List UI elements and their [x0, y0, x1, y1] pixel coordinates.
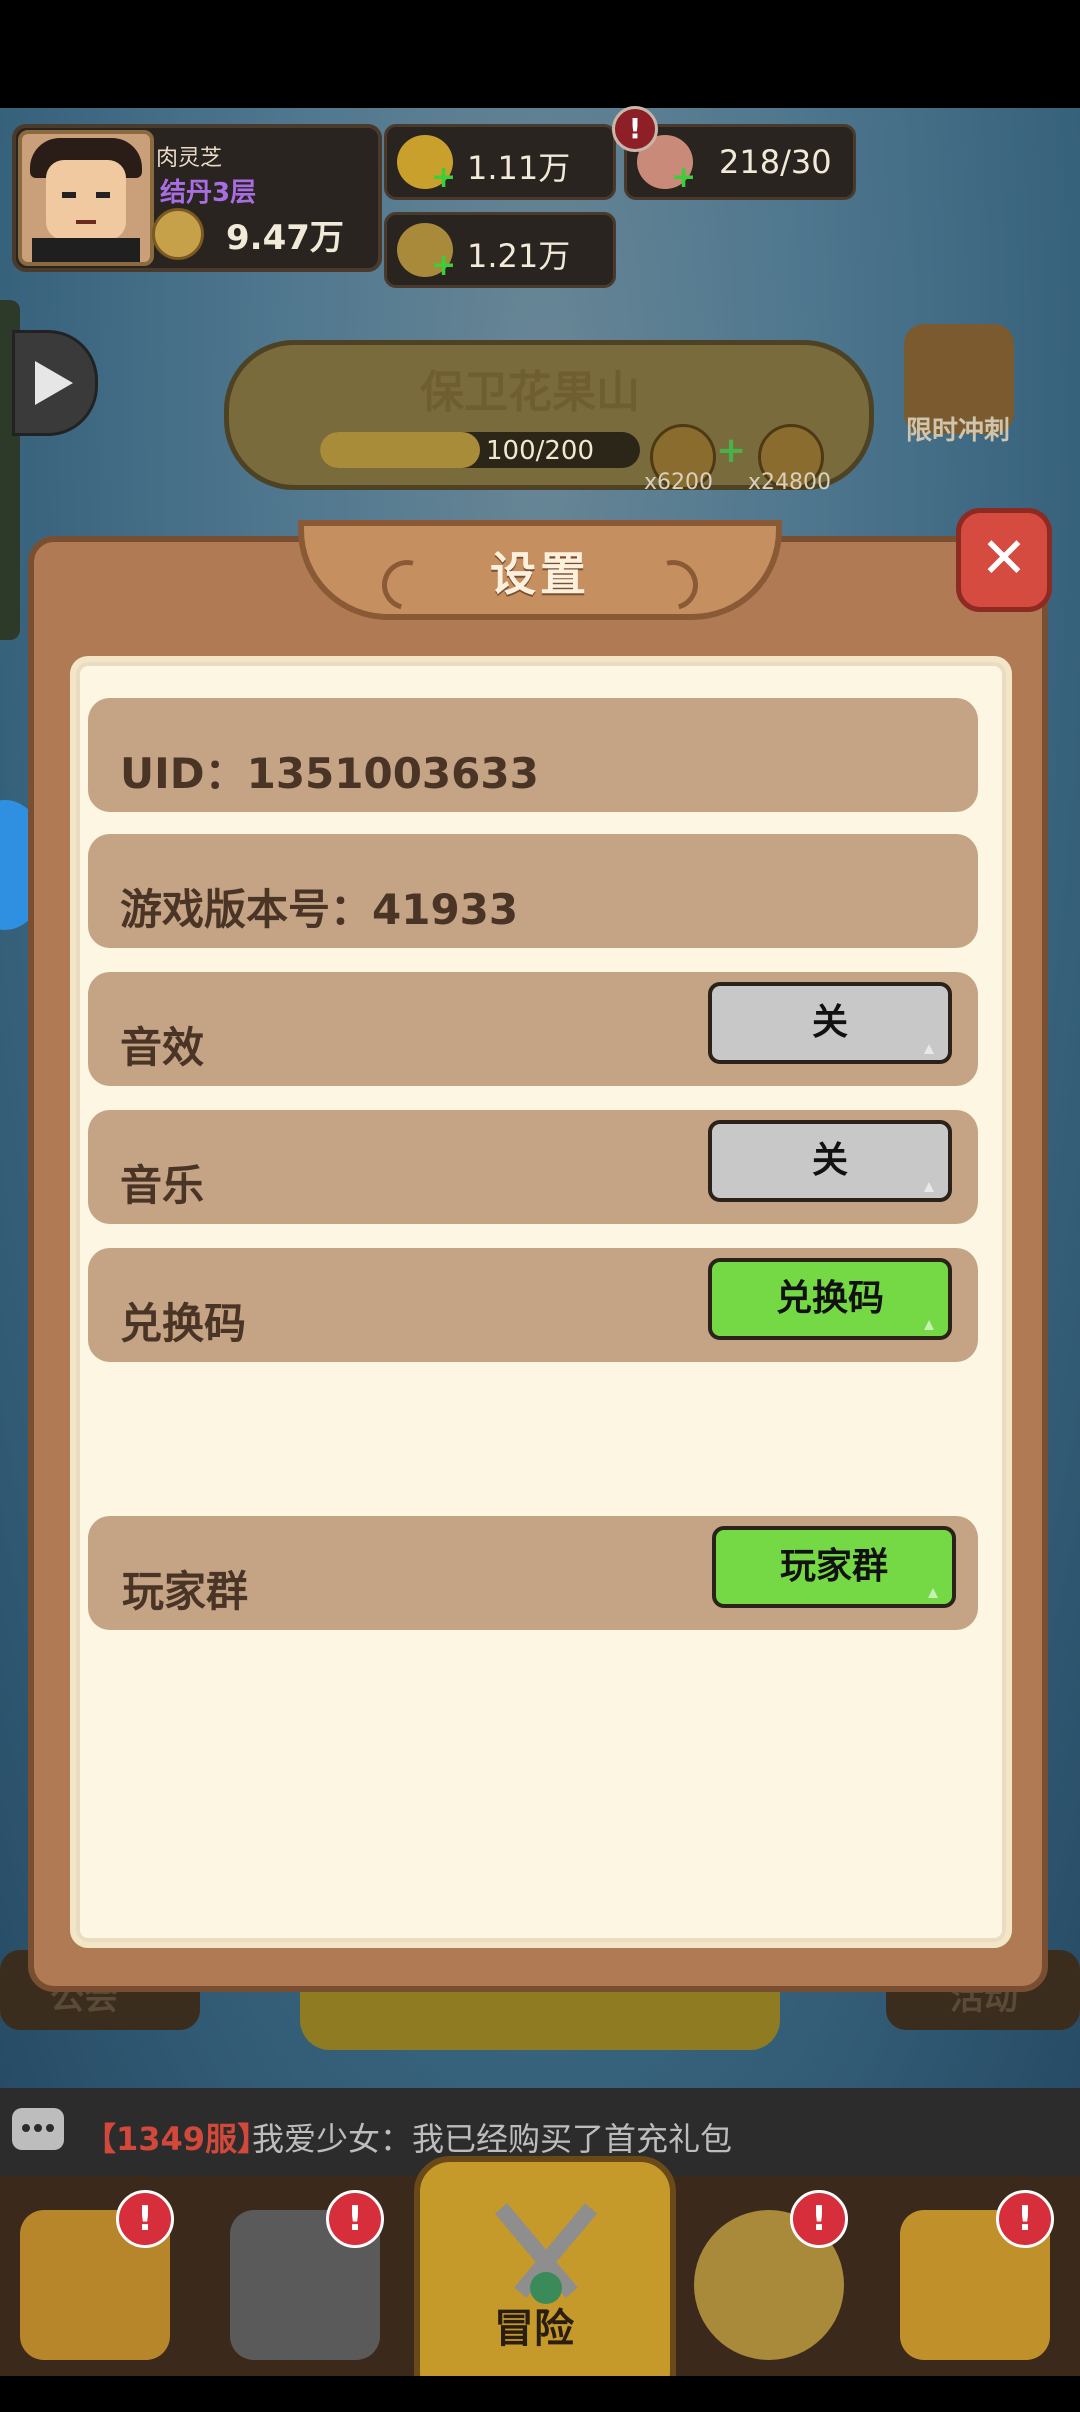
alert-badge: ! — [326, 2190, 384, 2248]
redeem-code-row: 兑换码 兑换码 — [88, 1248, 978, 1362]
sound-effect-label: 音效 — [120, 1023, 205, 1072]
alert-badge: ! — [996, 2190, 1054, 2248]
add-icon[interactable]: + — [431, 251, 457, 281]
stamina-value: 218/30 — [719, 143, 832, 181]
player-name: 肉灵芝 — [156, 146, 223, 171]
player-group-row: 玩家群 玩家群 — [88, 1516, 978, 1630]
redeem-code-button[interactable]: 兑换码 — [708, 1258, 952, 1340]
music-toggle[interactable]: 关 — [708, 1120, 952, 1202]
alert-badge: ! — [790, 2190, 848, 2248]
dialog-title: 设置 — [490, 547, 590, 601]
version-label: 游戏版本号：41933 — [120, 885, 519, 934]
event-progress-fill — [320, 432, 480, 468]
nav-adventure[interactable] — [414, 2156, 676, 2408]
coin-value: 1.21万 — [467, 237, 571, 275]
uid-row: UID：1351003633 — [88, 698, 978, 812]
alert-badge: ! — [612, 106, 658, 152]
player-group-label: 玩家群 — [122, 1567, 249, 1616]
gold-value: 1.11万 — [467, 149, 571, 187]
alert-badge: ! — [116, 2190, 174, 2248]
sound-effect-row: 音效 关 — [88, 972, 978, 1086]
nav-shop[interactable]: ! — [10, 2190, 180, 2370]
chat-icon[interactable] — [12, 2108, 64, 2150]
event-title: 保卫花果山 — [420, 367, 640, 418]
player-group-button[interactable]: 玩家群 — [712, 1526, 956, 1608]
close-icon: ✕ — [980, 526, 1028, 591]
adventure-label: 冒险 — [494, 2306, 574, 2352]
nav-equipment[interactable]: ! — [220, 2190, 390, 2370]
sound-effect-toggle[interactable]: 关 — [708, 982, 952, 1064]
event-progress-text: 100/200 — [486, 436, 595, 466]
power-icon — [152, 208, 204, 260]
nav-treasure[interactable]: ! — [890, 2190, 1060, 2370]
version-row: 游戏版本号：41933 — [88, 834, 978, 948]
chat-message: 我爱少女：我已经购买了首充礼包 — [252, 2120, 733, 2158]
gold-resource[interactable]: + 1.11万 — [384, 124, 616, 200]
player-avatar[interactable] — [18, 130, 154, 266]
chat-server: 【1349服】 — [84, 2120, 270, 2158]
stamina-resource[interactable]: + 218/30 — [624, 124, 856, 200]
play-icon — [35, 361, 73, 405]
music-row: 音乐 关 — [88, 1110, 978, 1224]
reward1-amount: x6200 — [644, 470, 714, 495]
coin-resource[interactable]: + 1.21万 — [384, 212, 616, 288]
music-label: 音乐 — [120, 1161, 205, 1210]
add-icon[interactable]: + — [431, 163, 457, 193]
close-button[interactable]: ✕ — [956, 508, 1052, 612]
redeem-code-label: 兑换码 — [120, 1299, 247, 1348]
limit-sprint-label: 限时冲刺 — [906, 416, 1011, 446]
plus-icon: + — [716, 430, 747, 471]
nav-upgrade[interactable]: ! — [684, 2190, 854, 2370]
player-rank: 结丹3层 — [160, 178, 257, 208]
system-nav-bar — [0, 2376, 1080, 2412]
uid-label: UID：1351003633 — [120, 749, 539, 798]
reward2-amount: x24800 — [748, 470, 832, 495]
add-icon[interactable]: + — [671, 163, 697, 193]
power-value: 9.47万 — [226, 218, 344, 258]
status-bar — [0, 0, 1080, 108]
